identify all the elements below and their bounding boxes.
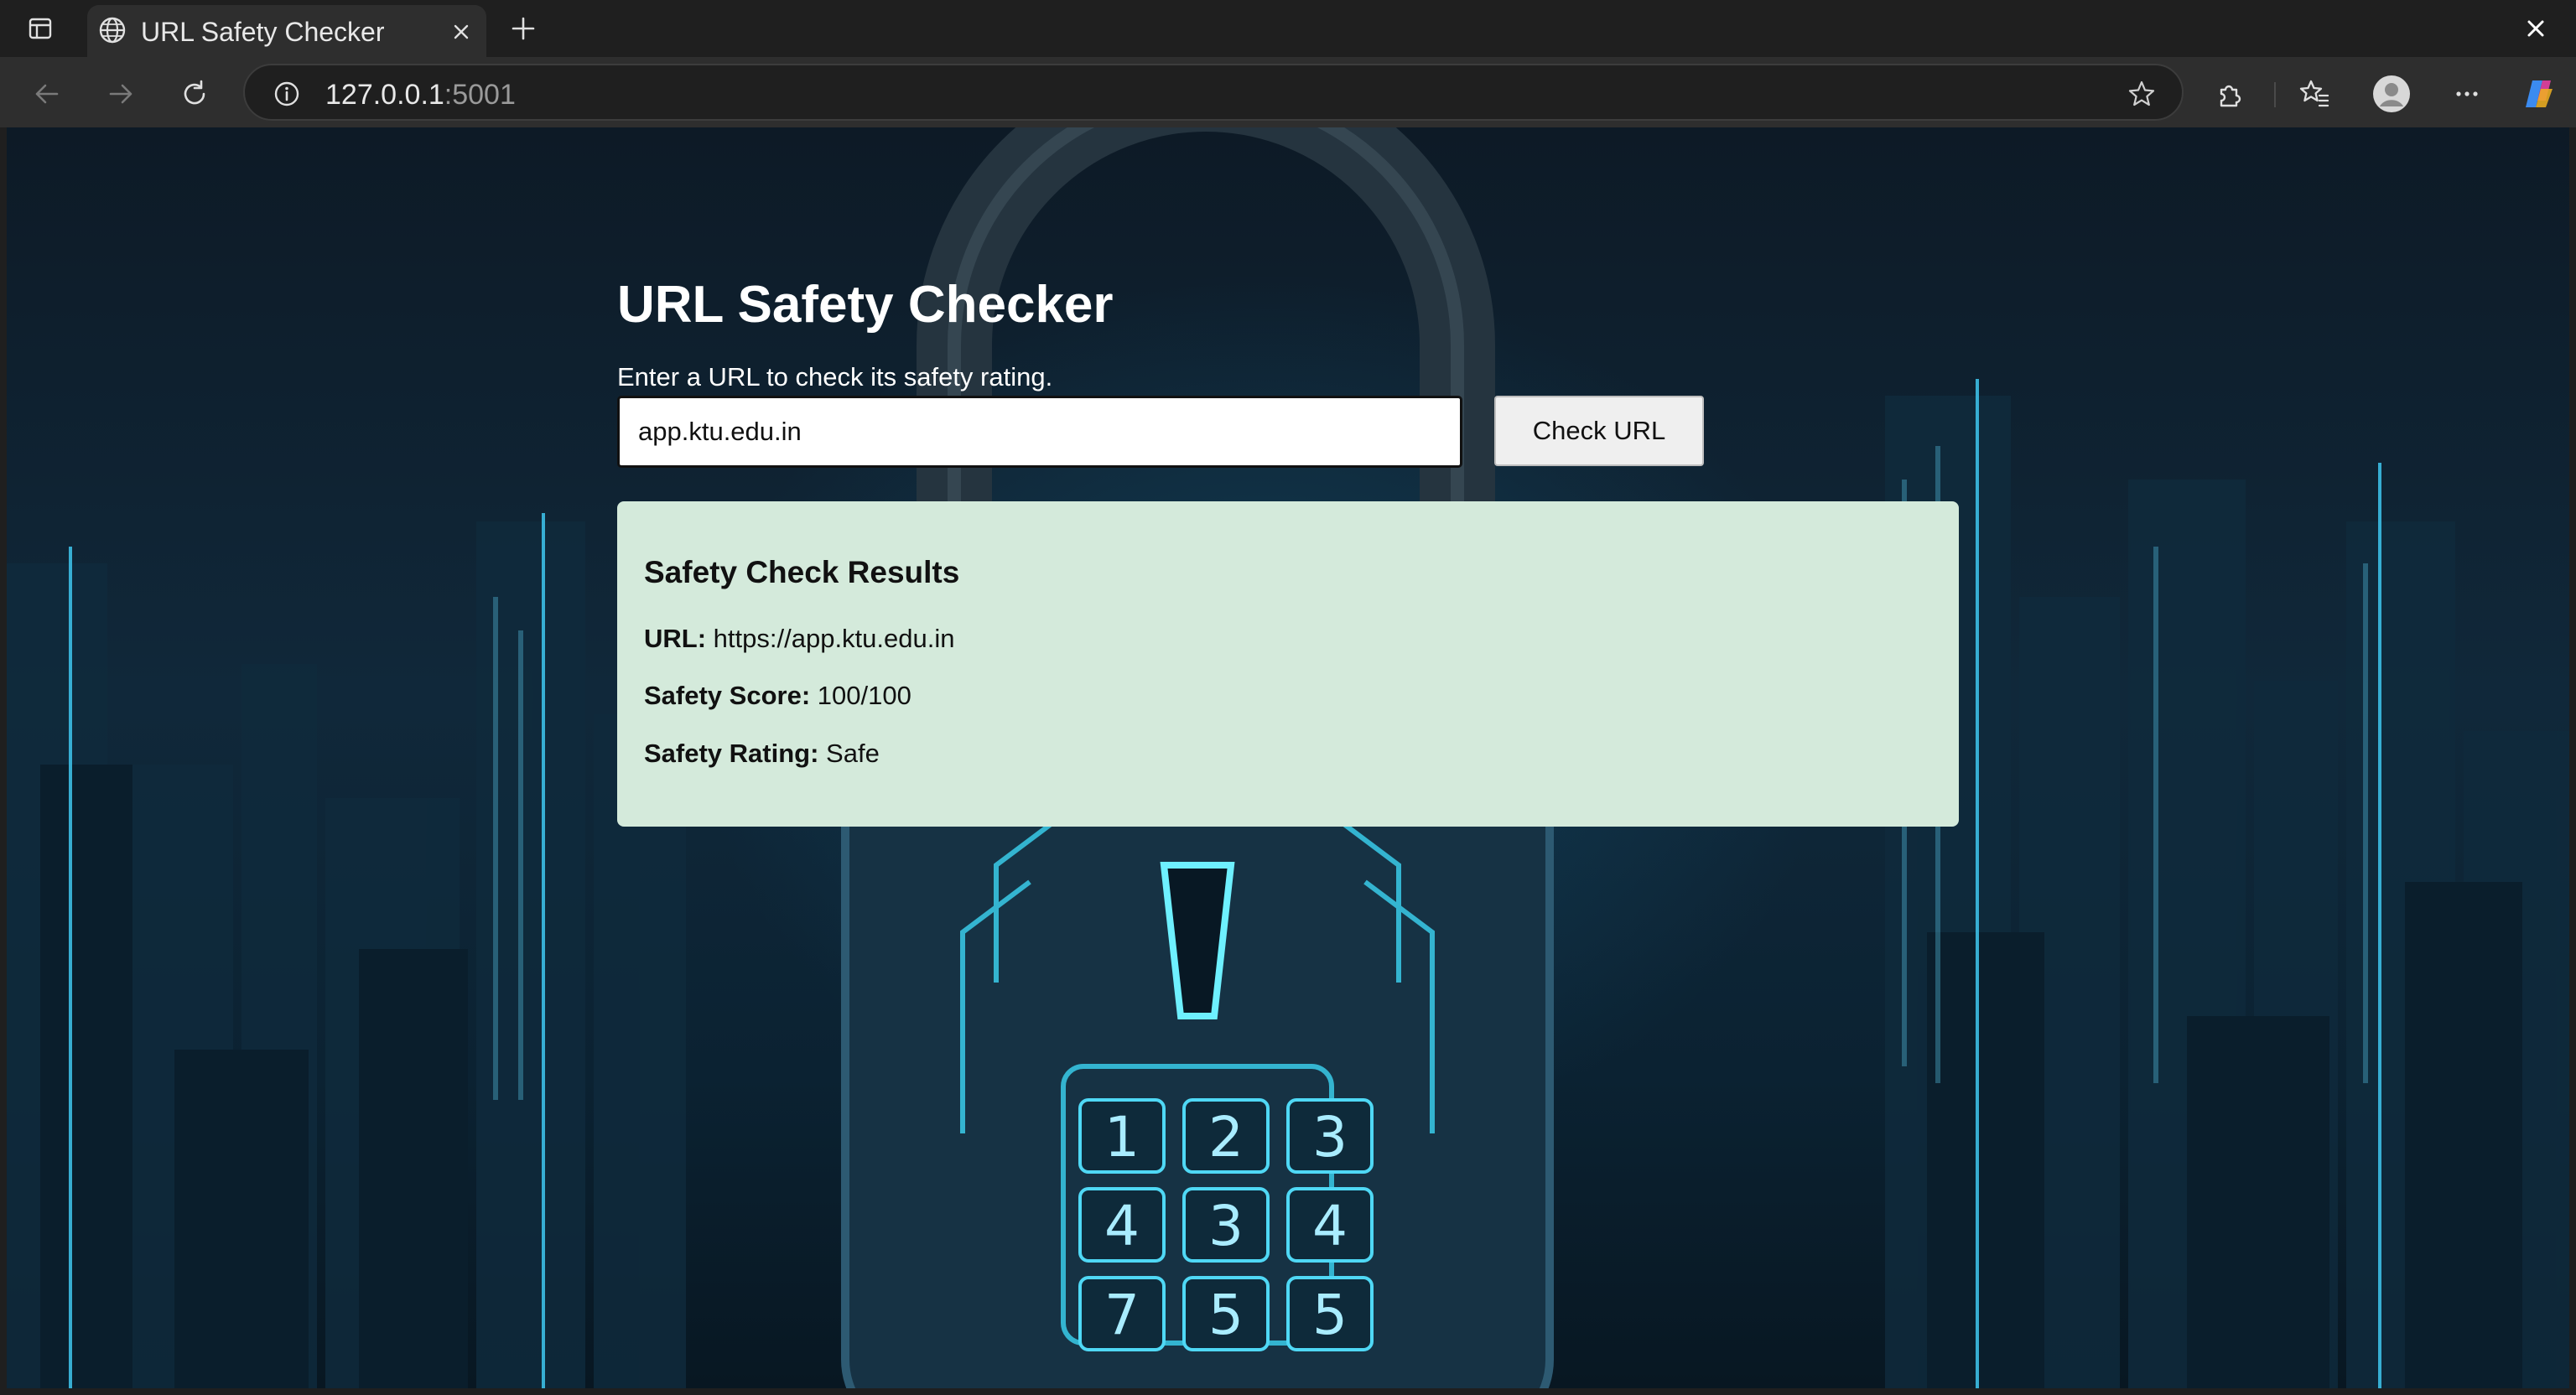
- keypad-digit: 5: [1208, 1283, 1244, 1347]
- tab-actions-icon[interactable]: [23, 13, 57, 44]
- result-score-value: 100/100: [817, 681, 911, 710]
- results-heading: Safety Check Results: [644, 555, 960, 589]
- result-score-label: Safety Score:: [644, 681, 811, 710]
- more-options-icon[interactable]: [2445, 72, 2489, 116]
- results-panel: Safety Check Results URL: https://app.kt…: [617, 501, 1959, 827]
- address-text: 127.0.0.1:5001: [325, 79, 516, 111]
- keypad-digit: 7: [1104, 1283, 1140, 1347]
- result-rating-row: Safety Rating: Safe: [644, 739, 880, 769]
- result-url-value: https://app.ktu.edu.in: [713, 624, 955, 653]
- page-title: URL Safety Checker: [617, 276, 1114, 334]
- keypad-digit: 5: [1312, 1283, 1348, 1347]
- window-close-icon[interactable]: [2519, 12, 2553, 45]
- page-viewport: 1 2 3 4 3 4 7 5 5 URL Safety Checker Enter a URL…: [7, 127, 2569, 1388]
- favorite-star-icon[interactable]: [2123, 75, 2160, 112]
- address-bar[interactable]: 127.0.0.1:5001: [243, 64, 2184, 121]
- copilot-icon[interactable]: [2517, 72, 2561, 116]
- toolbar-separator: [2274, 82, 2276, 107]
- back-icon[interactable]: [27, 74, 67, 114]
- result-rating-value: Safe: [826, 739, 880, 768]
- new-tab-icon[interactable]: [506, 12, 540, 45]
- close-tab-icon[interactable]: [446, 17, 476, 47]
- favorites-icon[interactable]: [2293, 72, 2336, 116]
- reload-icon[interactable]: [174, 74, 215, 114]
- address-host: 127.0.0.1: [325, 79, 444, 111]
- site-info-icon[interactable]: [270, 77, 304, 111]
- keypad-digit: 4: [1312, 1194, 1348, 1258]
- keypad-digit: 3: [1208, 1194, 1244, 1258]
- keypad-digit: 2: [1208, 1105, 1244, 1169]
- result-url-label: URL:: [644, 624, 707, 653]
- extensions-icon[interactable]: [2209, 72, 2252, 116]
- url-input[interactable]: [617, 396, 1462, 468]
- tab-url-safety-checker[interactable]: URL Safety Checker: [87, 5, 486, 57]
- result-rating-label: Safety Rating:: [644, 739, 819, 768]
- page-subtitle: Enter a URL to check its safety rating.: [617, 362, 1053, 392]
- profile-avatar-icon[interactable]: [2370, 72, 2413, 116]
- forward-icon[interactable]: [101, 74, 141, 114]
- keypad-graphic: 1 2 3 4 3 4 7 5 5: [1078, 1098, 1374, 1351]
- address-port: :5001: [444, 79, 516, 111]
- check-url-button[interactable]: Check URL: [1494, 396, 1704, 466]
- browser-tab-bar: URL Safety Checker: [0, 0, 2576, 57]
- tab-title: URL Safety Checker: [141, 17, 385, 47]
- keypad-digit: 3: [1312, 1105, 1348, 1169]
- globe-icon: [94, 12, 131, 49]
- keypad-digit: 1: [1104, 1105, 1140, 1169]
- keypad-digit: 4: [1104, 1194, 1140, 1258]
- result-score-row: Safety Score: 100/100: [644, 681, 911, 711]
- browser-toolbar: 127.0.0.1:5001: [0, 57, 2576, 127]
- result-url-row: URL: https://app.ktu.edu.in: [644, 624, 954, 654]
